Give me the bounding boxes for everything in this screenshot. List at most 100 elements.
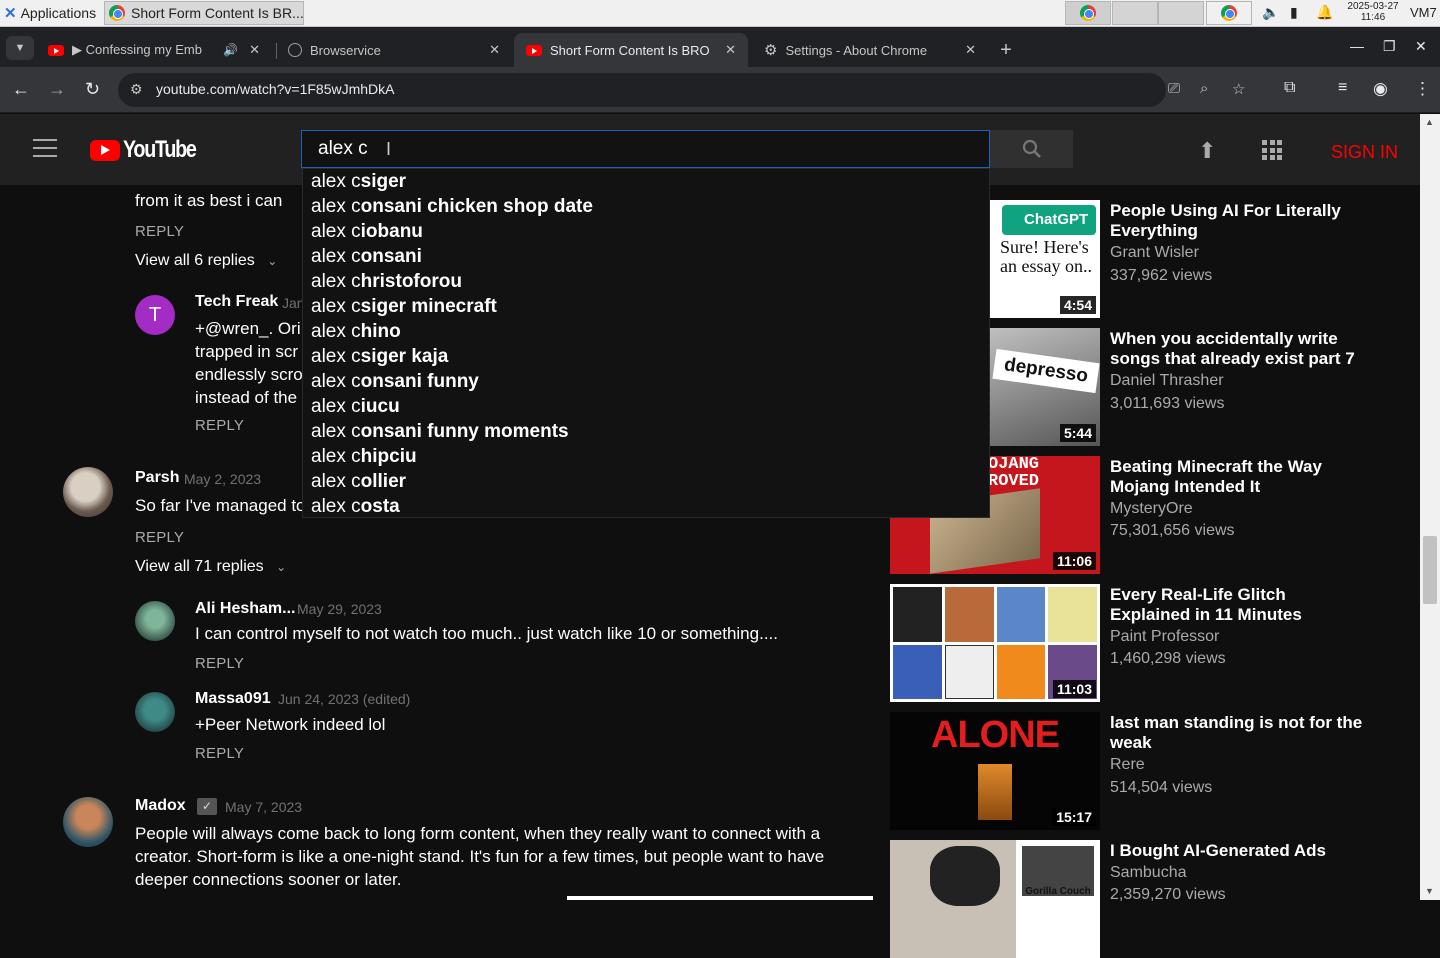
suggestion-item[interactable]: alex collier [303,469,989,494]
site-info-icon[interactable]: ⚙ [130,81,143,98]
avatar[interactable]: T [135,295,175,335]
video-title[interactable]: Beating Minecraft the Way Mojang Intende… [1110,457,1370,497]
hamburger-menu-icon[interactable] [33,139,57,163]
taskbar-window-chrome[interactable]: Short Form Content Is BR... [104,1,304,25]
scroll-down-arrow-icon[interactable]: ▼ [1425,886,1434,896]
suggestion-item[interactable]: alex costa [303,494,989,519]
suggestion-item[interactable]: alex chipciu [303,444,989,469]
suggestion-item[interactable]: alex csiger minecraft [303,294,989,319]
avatar[interactable] [63,467,113,517]
media-controls-icon[interactable]: ≡ [1338,79,1347,97]
comment-date[interactable]: May 7, 2023 [225,799,302,815]
comment-date[interactable]: May 2, 2023 [184,471,261,487]
suggestion-item[interactable]: alex ciobanu [303,219,989,244]
upload-icon[interactable]: ⬆ [1198,138,1216,164]
view-replies-button[interactable]: View all 6 replies ⌄ [135,252,277,270]
video-channel[interactable]: Rere [1110,756,1145,774]
tray-chrome-button[interactable] [1065,1,1111,25]
search-box[interactable]: I [301,130,990,168]
youtube-logo[interactable]: YouTube [90,136,212,164]
video-channel[interactable]: MysteryOre [1110,500,1193,518]
reply-button[interactable]: REPLY [135,223,184,240]
apps-grid-icon[interactable] [1262,140,1282,160]
reply-button[interactable]: REPLY [195,745,244,762]
close-window-icon[interactable]: ✕ [1415,38,1427,55]
related-video[interactable]: 11:03 Every Real-Life Glitch Explained i… [890,584,1410,702]
video-title[interactable]: People Using AI For Literally Everything [1110,201,1370,241]
related-video[interactable]: ALONE 15:17 last man standing is not for… [890,712,1410,830]
video-title[interactable]: Every Real-Life Glitch Explained in 11 M… [1110,585,1370,625]
suggestion-item[interactable]: alex chino [303,319,989,344]
comment-author[interactable]: Madox [135,797,186,815]
avatar[interactable] [135,692,175,732]
speaker-icon[interactable]: 🔊 [223,43,238,57]
applications-menu[interactable]: ✕ Applications ⋮ [4,4,114,23]
forward-arrow-icon[interactable]: → [48,79,66,100]
video-title[interactable]: I Bought AI-Generated Ads [1110,841,1370,861]
bookmark-star-icon[interactable]: ☆ [1232,80,1245,98]
tab-browservice[interactable]: Browservice ✕ [276,33,512,67]
install-app-icon[interactable]: ⎚ [1168,80,1180,97]
battery-icon[interactable]: ▮ [1290,4,1298,21]
minimize-icon[interactable]: — [1350,38,1364,54]
tray-chrome-button[interactable] [1206,1,1252,25]
profile-icon[interactable]: ◉ [1373,79,1388,99]
close-icon[interactable]: ✕ [249,42,260,58]
suggestion-item[interactable]: alex consani [303,244,989,269]
comment-author[interactable]: Parsh [135,469,179,487]
comment-author[interactable]: Massa091 [195,690,271,708]
video-thumbnail[interactable]: 11:03 [890,584,1100,702]
view-replies-button[interactable]: View all 71 replies ⌄ [135,558,286,576]
comment-date[interactable]: May 29, 2023 [297,601,382,617]
tab-settings[interactable]: ⚙ Settings - About Chrome ✕ [752,33,988,67]
suggestion-item[interactable]: alex csiger kaja [303,344,989,369]
avatar[interactable] [63,797,113,847]
close-icon[interactable]: ✕ [725,42,736,58]
video-channel[interactable]: Daniel Thrasher [1110,372,1224,390]
suggestion-item[interactable]: alex christoforou [303,269,989,294]
suggestion-item[interactable]: alex consani funny moments [303,419,989,444]
more-menu-icon[interactable]: ⋮ [1414,79,1431,99]
reply-button[interactable]: REPLY [195,417,244,434]
video-title[interactable]: When you accidentally write songs that a… [1110,329,1370,369]
suggestion-item[interactable]: alex csiger [303,169,989,194]
video-thumbnail[interactable]: Gorilla Couch [890,840,1100,958]
page-scrollbar[interactable]: ▲ ▼ [1420,114,1440,900]
reload-icon[interactable]: ↻ [85,79,100,100]
video-channel[interactable]: Grant Wisler [1110,244,1199,262]
suggestion-item[interactable]: alex ciucu [303,394,989,419]
new-tab-button[interactable]: + [990,33,1022,67]
address-bar[interactable]: ⚙ youtube.com/watch?v=1F85wJmhDkA ⎚ ⌕ ☆ [118,73,1245,107]
restore-icon[interactable]: ❐ [1383,38,1396,55]
suggestion-item[interactable]: alex consani funny [303,369,989,394]
video-thumbnail[interactable]: ALONE 15:17 [890,712,1100,830]
video-title[interactable]: last man standing is not for the weak [1110,713,1370,753]
video-channel[interactable]: Paint Professor [1110,628,1219,646]
close-icon[interactable]: ✕ [489,42,500,58]
related-video[interactable]: Gorilla Couch I Bought AI-Generated Ads … [890,840,1410,958]
reply-button[interactable]: REPLY [135,529,184,546]
tab-search-button[interactable]: ▼ [6,36,34,60]
scroll-up-arrow-icon[interactable]: ▲ [1425,117,1434,127]
suggestion-item[interactable]: alex consani chicken shop date [303,194,989,219]
comment-author[interactable]: Tech Freak [195,293,278,311]
comment-author[interactable]: Ali Hesham... [195,600,295,618]
back-arrow-icon[interactable]: ← [12,79,30,100]
sign-in-button[interactable]: SIGN IN [1331,142,1398,163]
avatar[interactable] [135,601,175,641]
scrollbar-thumb[interactable] [1423,536,1437,604]
search-input[interactable] [302,131,989,167]
zoom-icon[interactable]: ⌕ [1200,80,1208,97]
video-channel[interactable]: Sambucha [1110,864,1187,882]
search-button[interactable] [990,130,1073,168]
close-icon[interactable]: ✕ [965,42,976,58]
tab-short-form-content[interactable]: Short Form Content Is BRO ✕ [514,33,748,67]
reply-button[interactable]: REPLY [195,655,244,672]
tray-window-button[interactable] [1158,1,1204,25]
comment-date[interactable]: Jun 24, 2023 (edited) [278,691,410,707]
tray-window-button[interactable] [1112,1,1158,25]
clock[interactable]: 2025-03-27 11:46 [1340,1,1406,23]
volume-icon[interactable]: 🔈 [1262,4,1279,21]
tab-confessing[interactable]: ▶ Confessing my Emba 🔊 ✕ [36,33,272,67]
url-text[interactable]: youtube.com/watch?v=1F85wJmhDkA [156,81,395,97]
